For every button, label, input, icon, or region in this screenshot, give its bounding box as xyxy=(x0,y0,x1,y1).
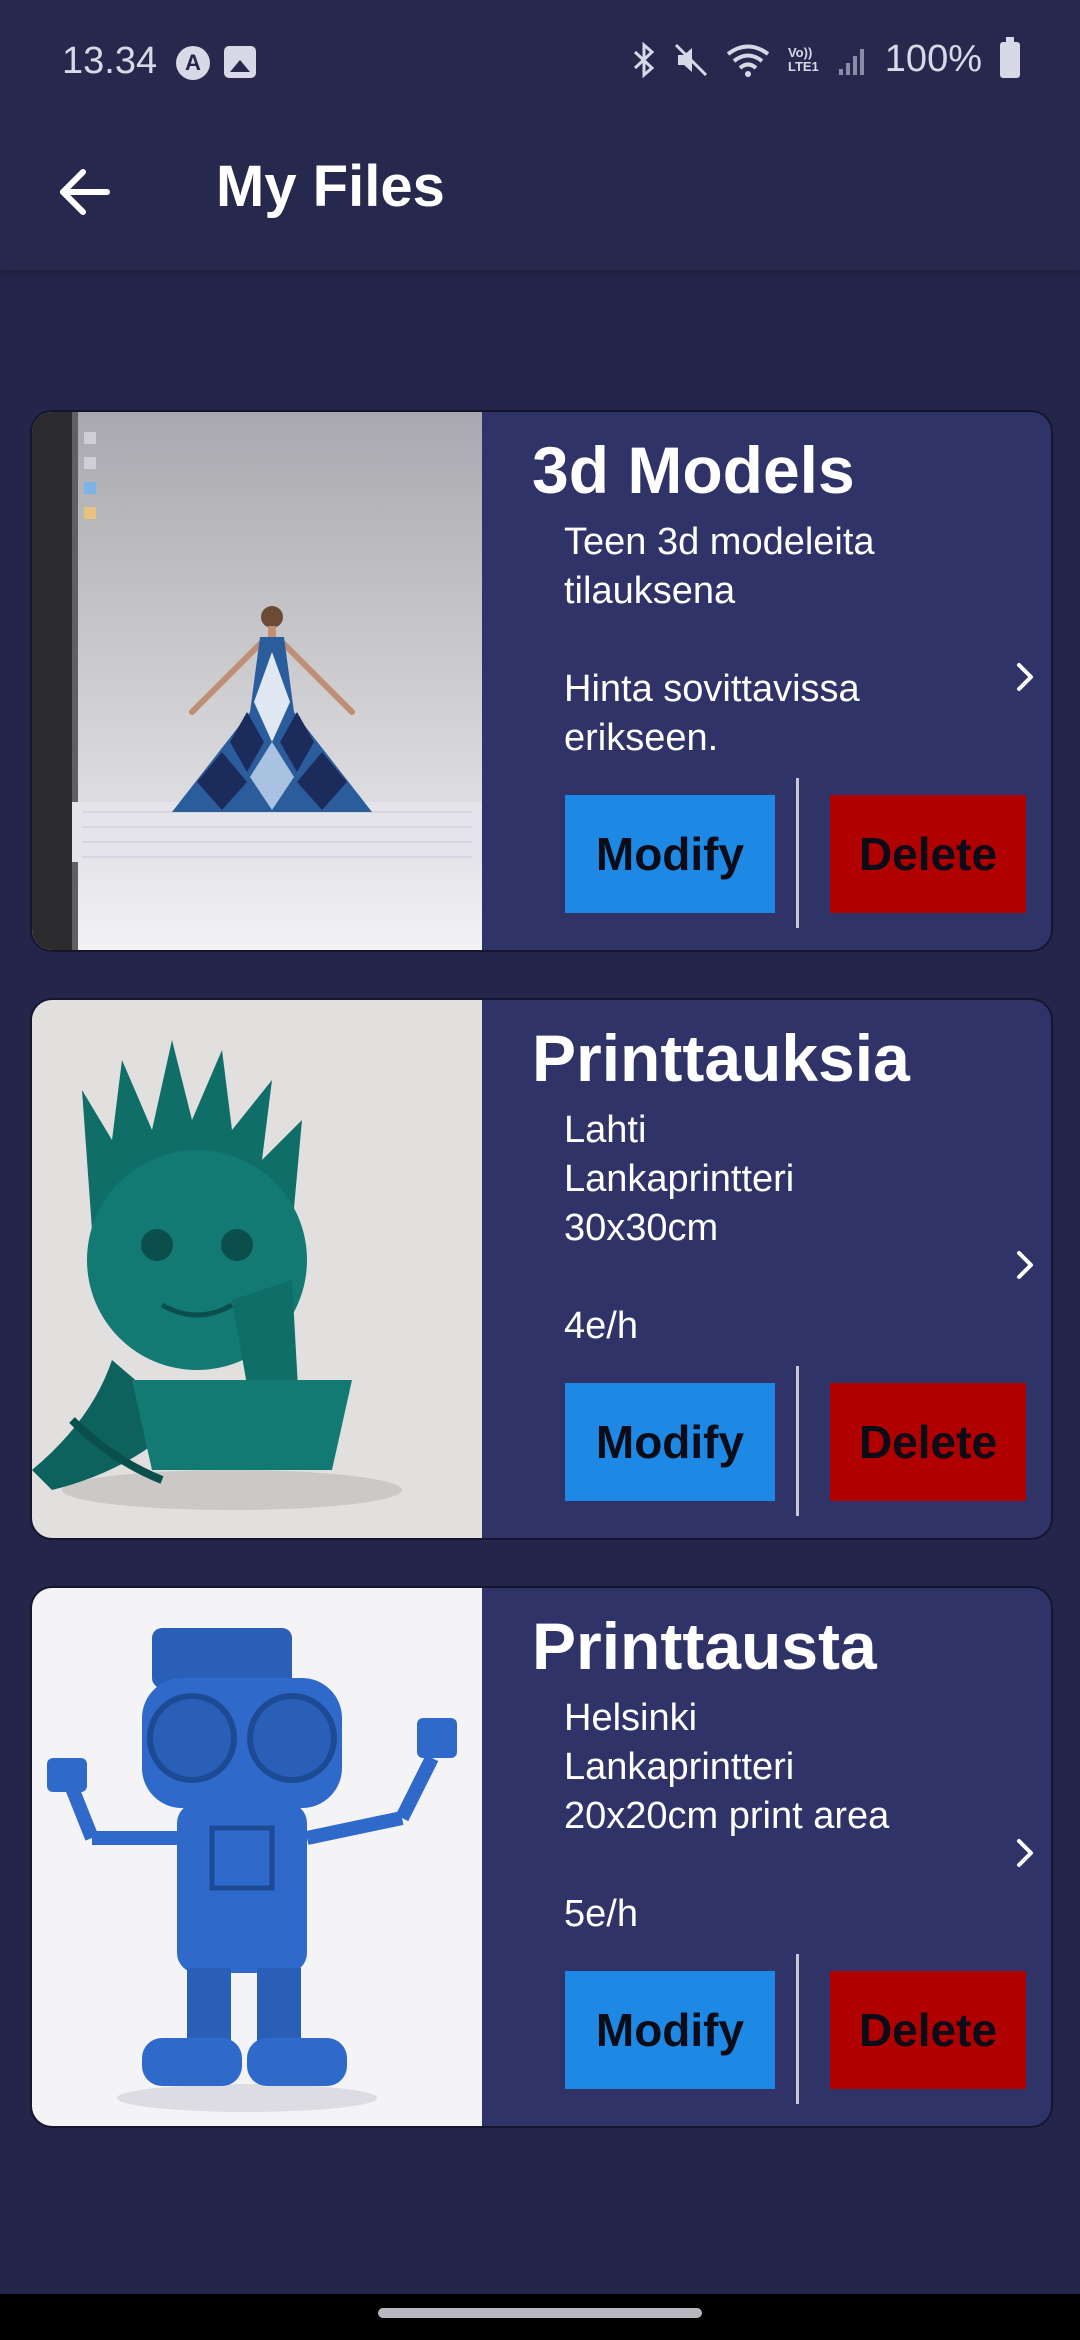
card-body: 3d Models Teen 3d modeleita tilauksena H… xyxy=(482,412,1051,950)
card-description: Teen 3d modeleita tilauksena Hinta sovit… xyxy=(564,521,875,759)
status-bar: 13.34 A Vo)) LTE1 100% xyxy=(0,0,1080,125)
signal-icon xyxy=(838,48,864,75)
button-divider xyxy=(796,1954,799,2104)
status-notification-icons: A xyxy=(176,46,256,80)
status-right-icons: Vo)) LTE1 100% xyxy=(632,36,1020,81)
chevron-right-icon xyxy=(1017,1251,1033,1279)
modify-button[interactable]: Modify xyxy=(565,1971,775,2089)
button-divider xyxy=(796,1366,799,1516)
battery-percent: 100% xyxy=(884,38,982,80)
battery-icon xyxy=(1000,36,1020,78)
page-title: My Files xyxy=(216,154,445,219)
robot-print-image xyxy=(32,1588,482,2126)
modify-button[interactable]: Modify xyxy=(565,1383,775,1501)
delete-button[interactable]: Delete xyxy=(830,795,1026,913)
image-icon xyxy=(224,46,256,78)
bluetooth-icon xyxy=(633,41,655,78)
file-card[interactable]: 3d Models Teen 3d modeleita tilauksena H… xyxy=(30,410,1053,952)
groot-print-image xyxy=(32,1000,482,1538)
card-title: Printtausta xyxy=(532,1609,877,1683)
arrow-left-icon xyxy=(60,169,110,215)
card-body: Printtausta Helsinki Lankaprintteri 20x2… xyxy=(482,1588,1051,2126)
chevron-right-icon xyxy=(1017,1839,1033,1867)
card-description: Helsinki Lankaprintteri 20x20cm print ar… xyxy=(564,1697,890,1935)
status-time: 13.34 xyxy=(62,40,158,82)
3d-dress-model-image xyxy=(32,412,482,950)
delete-button[interactable]: Delete xyxy=(830,1383,1026,1501)
mute-icon xyxy=(674,43,708,76)
a-circle-icon: A xyxy=(176,46,210,80)
card-title: Printtauksia xyxy=(532,1021,910,1095)
button-divider xyxy=(796,778,799,928)
chevron-right-icon xyxy=(1017,663,1033,691)
home-gesture-handle[interactable] xyxy=(378,2308,702,2318)
app-bar: My Files xyxy=(0,125,1080,270)
card-description: Lahti Lankaprintteri 30x30cm 4e/h xyxy=(564,1109,795,1347)
card-body: Printtauksia Lahti Lankaprintteri 30x30c… xyxy=(482,1000,1051,1538)
back-button[interactable] xyxy=(50,157,120,227)
modify-button[interactable]: Modify xyxy=(565,795,775,913)
wifi-icon xyxy=(726,44,770,77)
navigation-bar xyxy=(0,2294,1080,2340)
delete-button[interactable]: Delete xyxy=(830,1971,1026,2089)
card-title: 3d Models xyxy=(532,433,855,507)
volte-icon: Vo)) LTE1 xyxy=(787,44,819,74)
file-card[interactable]: Printtauksia Lahti Lankaprintteri 30x30c… xyxy=(30,998,1053,1540)
file-card[interactable]: Printtausta Helsinki Lankaprintteri 20x2… xyxy=(30,1586,1053,2128)
